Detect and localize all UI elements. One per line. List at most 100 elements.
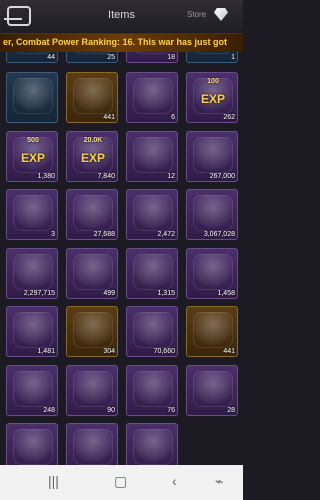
- inventory-item-slot[interactable]: 2,297,715: [6, 248, 58, 299]
- inventory-item-slot[interactable]: 267,000: [186, 131, 238, 182]
- home-icon[interactable]: ▢: [114, 473, 127, 490]
- inventory-item-slot[interactable]: [6, 72, 58, 123]
- canister-icon: [133, 371, 173, 407]
- inventory-item-slot[interactable]: 6: [126, 72, 178, 123]
- map-scroll-icon: [133, 254, 173, 290]
- assistant-icon[interactable]: ⌁: [215, 473, 223, 490]
- item-count: 248: [43, 407, 55, 414]
- inventory-item-slot[interactable]: 3: [6, 189, 58, 240]
- inventory-item-slot[interactable]: 2,472: [126, 189, 178, 240]
- item-count: 3,067,028: [203, 231, 235, 238]
- red-gift-box-icon: [73, 312, 113, 348]
- item-count: 1,458: [217, 290, 235, 297]
- exp-label: EXP: [20, 151, 45, 165]
- item-count: 267,000: [209, 173, 235, 180]
- exp-label: EXP: [200, 92, 225, 106]
- inventory-item-slot[interactable]: 441: [186, 306, 238, 357]
- inventory-item-slot[interactable]: 76: [126, 365, 178, 416]
- inventory-item-slot[interactable]: 20.0K EXP 7,840: [66, 131, 118, 182]
- battery-icon: [193, 254, 233, 290]
- item-count: 2,472: [157, 231, 175, 238]
- inventory-grid: 44 25 18 1 441 6 100 EXP 262 500 EXP 1,380 20.0K EXP 7…: [0, 52, 243, 465]
- inventory-item-slot[interactable]: 1: [126, 423, 178, 465]
- exp-20k-badge-icon: 20.0K EXP: [73, 137, 113, 173]
- gray-canister-icon: [73, 429, 113, 465]
- siren-light-icon: [73, 371, 113, 407]
- item-count: 499: [103, 290, 115, 297]
- steel-beams-icon: [13, 254, 53, 290]
- store-link[interactable]: Store: [187, 10, 206, 19]
- gold-coin-icon: [193, 137, 233, 173]
- exp-500-badge-icon: 500 EXP: [13, 137, 53, 173]
- inventory-item-slot[interactable]: 304: [66, 306, 118, 357]
- science-flask-icon: [133, 78, 173, 114]
- item-count: 441: [103, 114, 115, 121]
- item-count: 1,481: [37, 348, 55, 355]
- item-count: 3: [51, 231, 55, 238]
- back-nav-icon[interactable]: ‹: [172, 473, 177, 489]
- item-count: 90: [107, 407, 115, 414]
- inventory-item-slot[interactable]: 28: [186, 365, 238, 416]
- inventory-item-slot[interactable]: 100 EXP 262: [186, 72, 238, 123]
- inventory-item-slot[interactable]: 500 EXP 1,380: [6, 131, 58, 182]
- inventory-item-slot[interactable]: 441: [66, 72, 118, 123]
- item-count: 262: [223, 114, 235, 121]
- item-count: 1,380: [37, 173, 55, 180]
- item-count: 70,660: [153, 348, 175, 355]
- inventory-item-slot[interactable]: 1,315: [126, 248, 178, 299]
- partial-item-icon: [193, 52, 233, 54]
- exp-badge-value: 500: [27, 137, 39, 144]
- ticker-text: er, Combat Power Ranking: 16. This war h…: [3, 37, 228, 47]
- inventory-item-slot[interactable]: 499: [66, 248, 118, 299]
- item-count: 12: [167, 173, 175, 180]
- exp-badge-value: 20.0K: [83, 137, 103, 144]
- blue-capsule-icon: [133, 429, 173, 465]
- inventory-item-slot[interactable]: 25: [66, 52, 118, 63]
- item-count: 25: [107, 54, 115, 61]
- drone-bot-icon: [193, 371, 233, 407]
- item-count: 304: [103, 348, 115, 355]
- inventory-item-slot[interactable]: 3,067,028: [186, 189, 238, 240]
- inventory-item-slot[interactable]: 12: [126, 131, 178, 182]
- item-count: 1,315: [157, 290, 175, 297]
- metal-crate-icon: [13, 371, 53, 407]
- item-count: 2,297,715: [23, 290, 55, 297]
- item-count: 6: [171, 114, 175, 121]
- item-count: 18: [167, 54, 175, 61]
- red-rocket-icon: [13, 312, 53, 348]
- item-count: 44: [47, 54, 55, 61]
- system-nav-bar: ||| ▢ ‹ ⌁: [0, 465, 243, 500]
- top-bar: Items Store: [0, 0, 243, 34]
- inventory-item-slot[interactable]: 248: [6, 365, 58, 416]
- item-count: 28: [227, 407, 235, 414]
- recent-apps-icon[interactable]: |||: [48, 473, 59, 489]
- item-count: 27,688: [93, 231, 115, 238]
- inventory-item-slot[interactable]: 70,660: [126, 306, 178, 357]
- camo-gun-icon: [73, 254, 113, 290]
- exp-100-badge-icon: 100 EXP: [193, 78, 233, 114]
- gold-ticket-icon: [193, 312, 233, 348]
- exp-label: EXP: [80, 151, 105, 165]
- inventory-item-slot[interactable]: 2: [66, 423, 118, 465]
- inventory-item-slot[interactable]: 18: [126, 52, 178, 63]
- inventory-item-slot[interactable]: 1: [6, 423, 58, 465]
- inventory-item-slot[interactable]: 1,481: [6, 306, 58, 357]
- inventory-item-slot[interactable]: 27,688: [66, 189, 118, 240]
- machine-parts-icon: [13, 78, 53, 114]
- green-vial-icon: [133, 195, 173, 231]
- item-count: 441: [223, 348, 235, 355]
- item-count: 1: [231, 54, 235, 61]
- gold-token-icon: [133, 312, 173, 348]
- star-badge-icon: [13, 195, 53, 231]
- inventory-item-slot[interactable]: 90: [66, 365, 118, 416]
- inventory-item-slot[interactable]: 1: [186, 52, 238, 63]
- id-card-icon: [133, 137, 173, 173]
- item-count: 7,840: [97, 173, 115, 180]
- ore-rocks-icon: [73, 195, 113, 231]
- golden-blueprint-icon: [73, 78, 113, 114]
- inventory-item-slot[interactable]: 44: [6, 52, 58, 63]
- inventory-item-slot[interactable]: 1,458: [186, 248, 238, 299]
- green-drone-icon: [13, 429, 53, 465]
- page-title: Items: [108, 9, 135, 21]
- green-bottle-icon: [193, 195, 233, 231]
